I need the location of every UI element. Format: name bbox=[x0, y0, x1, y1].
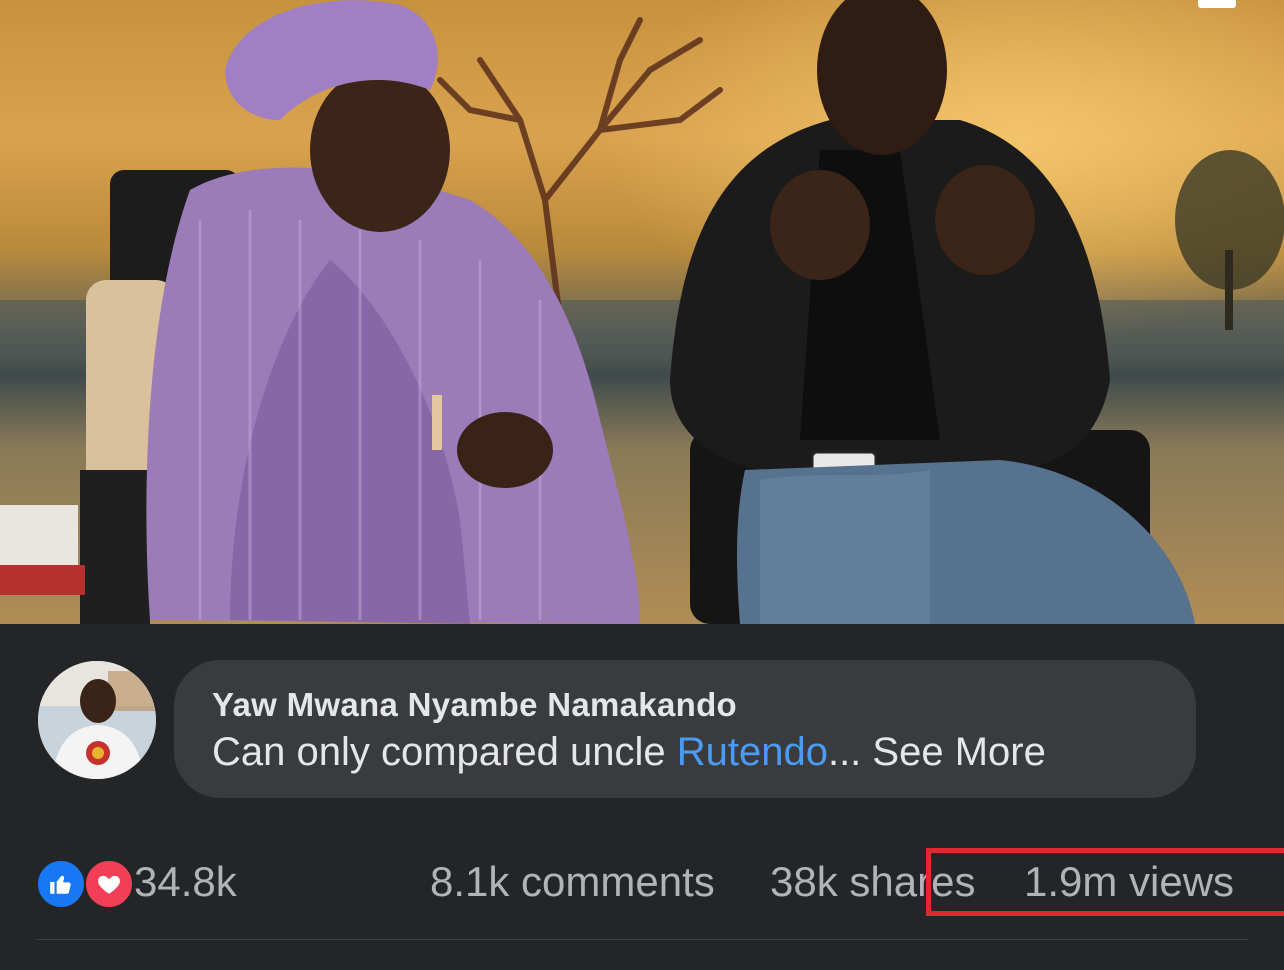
reaction-count[interactable]: 34.8k bbox=[134, 858, 237, 906]
like-icon bbox=[36, 859, 86, 909]
comment-mention-link[interactable]: Rutendo bbox=[677, 730, 828, 774]
comment-ellipsis: ... bbox=[827, 730, 862, 774]
avatar-image bbox=[38, 661, 156, 779]
comment-author[interactable]: Yaw Mwana Nyambe Namakando bbox=[212, 686, 737, 724]
comment-text: Can only compared uncle Rutendo... See M… bbox=[212, 730, 1046, 775]
comments-count[interactable]: 8.1k comments bbox=[430, 858, 715, 906]
avatar[interactable] bbox=[38, 661, 156, 779]
love-icon bbox=[84, 859, 134, 909]
video-player[interactable] bbox=[0, 0, 1284, 624]
close-handle-icon[interactable] bbox=[1198, 0, 1236, 8]
reaction-icons[interactable] bbox=[36, 859, 136, 909]
highlight-annotation-box bbox=[926, 848, 1284, 916]
video-frame-illustration bbox=[0, 0, 1284, 624]
divider bbox=[36, 939, 1248, 940]
comment-bubble[interactable]: Yaw Mwana Nyambe Namakando Can only comp… bbox=[174, 660, 1196, 798]
comment-text-prefix: Can only compared uncle bbox=[212, 730, 677, 774]
see-more-link[interactable]: See More bbox=[861, 730, 1045, 774]
